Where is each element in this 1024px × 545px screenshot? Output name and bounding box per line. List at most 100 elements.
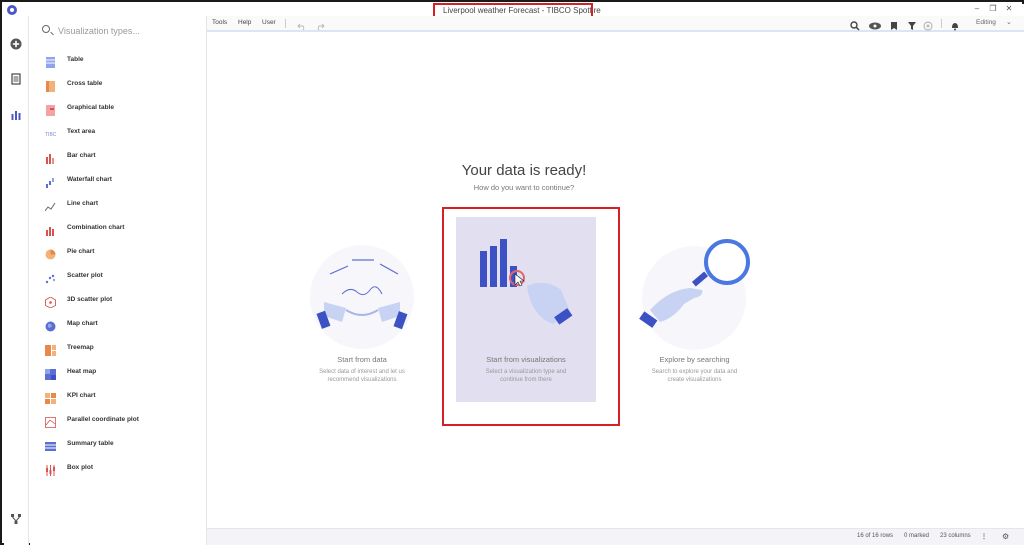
viz-type-label: KPI chart [67,392,96,399]
table-icon [45,55,56,68]
cross-table-icon [45,79,56,92]
viz-type-treemap[interactable]: Treemap [30,340,207,358]
menu-help[interactable]: Help [238,19,251,26]
notifications-icon[interactable] [950,18,960,31]
search-icon [42,25,50,33]
pie-chart-icon [45,247,56,260]
combination-chart-icon [45,223,56,236]
viz-type-label: Parallel coordinate plot [67,416,139,423]
viz-type-map-chart[interactable]: Map chart [30,316,207,334]
viz-type-waterfall-chart[interactable]: Waterfall chart [30,172,207,190]
viz-type-label: Map chart [67,320,98,327]
viz-type-kpi-chart[interactable]: KPI chart [30,388,207,406]
treemap-icon [45,343,56,356]
viz-type-text-area[interactable]: TIBCO Text area [30,124,207,142]
explore-by-searching-illustration [639,239,750,350]
option-title: Explore by searching [659,355,730,364]
filter-icon[interactable] [907,18,917,30]
scatter-plot-icon [45,271,56,284]
redo-icon[interactable] [315,18,325,31]
viz-type-label: Pie chart [67,248,95,255]
visualizations-icon[interactable] [10,109,22,121]
marked-count: 0 marked [904,533,930,539]
viz-type-3d-scatter-plot[interactable]: 3D scatter plot [30,292,207,310]
main-area: Tools Help User Editing ⌄ Your data is r… [207,16,1024,545]
column-count: 23 columns [940,533,971,539]
viz-type-label: Combination chart [67,224,125,231]
viz-type-combination-chart[interactable]: Combination chart [30,220,207,238]
toolbar-divider [285,19,286,28]
page-title: Your data is ready! [461,162,587,179]
3d-scatter-plot-icon [45,295,56,309]
search-icon[interactable] [850,18,860,31]
viz-search-input[interactable] [58,24,198,37]
recommendations-icon[interactable] [868,18,882,30]
graphical-table-icon [45,103,56,116]
viz-type-label: Scatter plot [67,272,103,279]
viz-type-cross-table[interactable]: Cross table [30,76,207,94]
viz-type-label: Treemap [67,344,94,351]
more-options-icon[interactable]: ⋮ [981,533,987,540]
viz-type-box-plot[interactable]: Box plot [30,460,207,478]
viz-type-label: Cross table [67,80,103,87]
option-title: Start from data [337,355,387,364]
viz-type-bar-chart[interactable]: Bar chart [30,148,207,166]
left-rail [4,16,29,545]
data-icon[interactable] [10,73,22,85]
viz-type-label: Box plot [67,464,93,471]
viz-type-graphical-table[interactable]: Graphical table [30,100,207,118]
selection-highlight-box [442,207,620,426]
option-explore-by-searching[interactable]: Explore by searching Search to explore y… [627,355,762,384]
viz-type-label: Summary table [67,440,114,447]
viz-type-label: Line chart [67,200,99,207]
toolbar-divider [941,19,942,28]
viz-type-label: Graphical table [67,104,114,111]
viz-type-label: 3D scatter plot [67,296,113,303]
chevron-down-icon[interactable]: ⌄ [1006,18,1012,26]
restore-icon[interactable]: ❐ [986,4,1000,14]
visualization-types-panel: Table Cross table Graphical table TIBCO Text… [30,16,207,545]
viz-type-pie-chart[interactable]: Pie chart [30,244,207,262]
option-description: Search to explore your data and create v… [651,369,738,383]
spotfire-logo-icon [7,5,17,15]
collaboration-icon[interactable] [923,18,933,31]
toolbar: Tools Help User Editing ⌄ [207,16,1024,32]
start-from-data-illustration [310,245,414,349]
svg-text:TIBCO: TIBCO [45,132,56,138]
viz-type-scatter-plot[interactable]: Scatter plot [30,268,207,286]
viz-type-table[interactable]: Table [30,52,207,70]
viz-type-heat-map[interactable]: Heat map [30,364,207,382]
app-window: Liverpool weather Forecast - TIBCO Spotf… [0,0,1024,545]
viz-type-label: Bar chart [67,152,96,159]
data-canvas-icon[interactable] [10,513,22,525]
text-area-icon: TIBCO [45,127,60,138]
heat-map-icon [45,367,56,380]
viz-type-label: Text area [67,128,96,135]
close-icon[interactable]: ✕ [1002,4,1016,14]
viz-type-label: Heat map [67,368,97,375]
map-chart-icon [45,319,56,332]
viz-type-label: Waterfall chart [67,176,112,183]
bar-chart-icon [45,151,56,164]
waterfall-chart-icon [45,175,56,188]
status-bar: 16 of 16 rows 0 marked 23 columns ⋮ ⚙ [207,528,1024,545]
menu-tools[interactable]: Tools [212,19,227,26]
parallel-coordinate-plot-icon [45,415,56,428]
row-count: 16 of 16 rows [857,533,894,539]
viz-type-parallel-coordinate-plot[interactable]: Parallel coordinate plot [30,412,207,430]
bookmark-icon[interactable] [889,18,899,30]
viz-type-line-chart[interactable]: Line chart [30,196,207,214]
minimize-icon[interactable]: – [970,4,984,14]
viz-type-summary-table[interactable]: Summary table [30,436,207,454]
viz-type-label: Table [67,56,84,63]
add-icon[interactable] [10,38,22,50]
settings-gear-icon[interactable]: ⚙ [1002,532,1009,541]
summary-table-icon [45,439,56,451]
viz-search-box [40,24,200,38]
option-start-from-data[interactable]: Start from data Select data of interest … [292,355,432,384]
menu-user[interactable]: User [262,19,276,26]
option-description: Select data of interest and let us recom… [319,369,405,383]
undo-icon[interactable] [297,18,307,31]
kpi-chart-icon [45,391,56,404]
mode-selector[interactable]: Editing [976,19,996,26]
